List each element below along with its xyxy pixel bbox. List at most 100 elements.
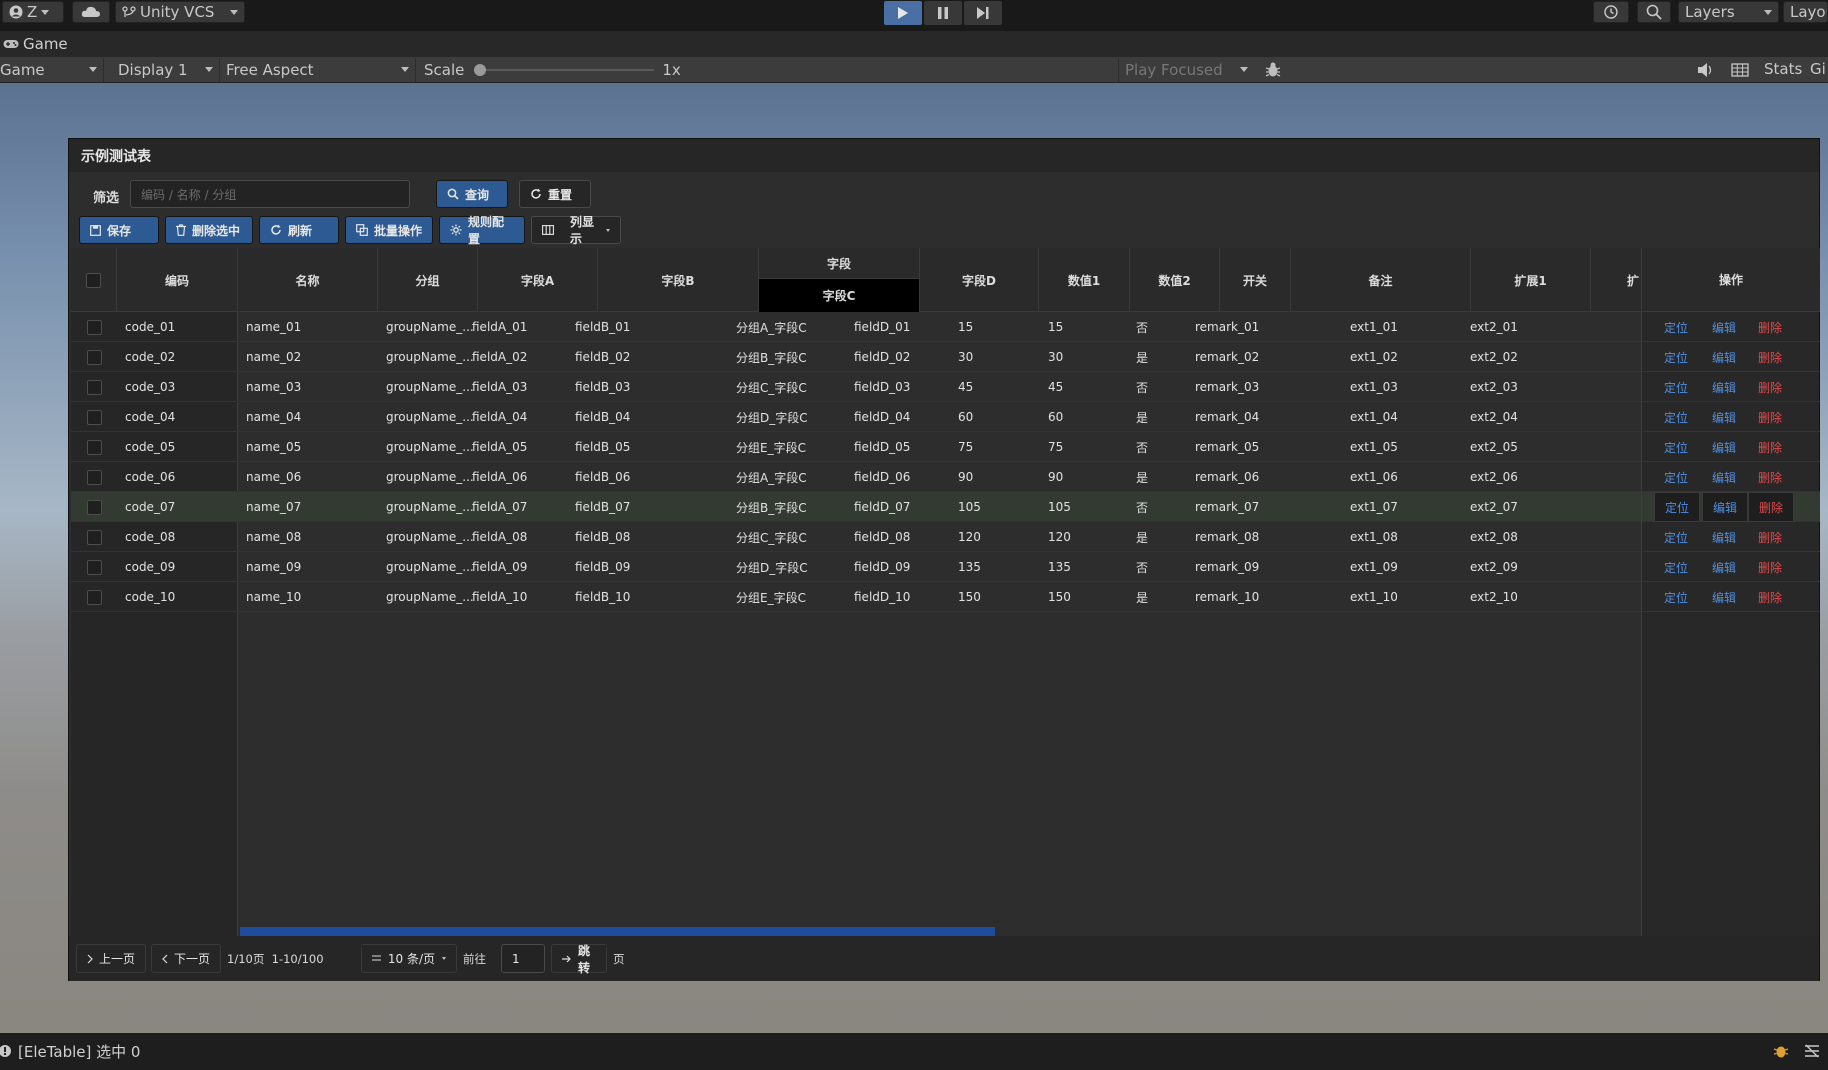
delete-link[interactable]: 删除 <box>1758 552 1782 582</box>
locate-link[interactable]: 定位 <box>1664 402 1688 432</box>
cloud-button[interactable] <box>72 1 110 23</box>
gizmos-button[interactable]: Gi <box>1810 60 1826 78</box>
header-field-a[interactable]: 字段A <box>478 248 598 312</box>
delete-selected-button[interactable]: 删除选中 <box>165 216 253 244</box>
edit-link[interactable]: 编辑 <box>1712 342 1736 372</box>
delete-link[interactable]: 删除 <box>1758 462 1782 492</box>
game-tab[interactable]: Game <box>23 35 68 53</box>
bug-icon[interactable] <box>1772 1042 1790 1060</box>
delete-link[interactable]: 删除 <box>1758 432 1782 462</box>
display-dropdown[interactable]: Display 1 <box>112 57 220 82</box>
locate-link[interactable]: 定位 <box>1664 462 1688 492</box>
save-button[interactable]: 保存 <box>79 216 159 244</box>
edit-link[interactable]: 编辑 <box>1712 402 1736 432</box>
row-checkbox[interactable] <box>86 499 102 515</box>
header-field-b[interactable]: 字段B <box>598 248 759 312</box>
table-row[interactable]: code_10 name_10 groupName_... fieldA_10 fiel… <box>71 582 1819 612</box>
delete-link[interactable]: 删除 <box>1748 492 1795 522</box>
reset-button[interactable]: 重置 <box>519 180 591 208</box>
refresh-button[interactable]: 刷新 <box>259 216 339 244</box>
table-row[interactable]: code_03 name_03 groupName_... fieldA_03 fiel… <box>71 372 1819 402</box>
edit-link[interactable]: 编辑 <box>1712 432 1736 462</box>
table-row[interactable]: code_09 name_09 groupName_... fieldA_09 fiel… <box>71 552 1819 582</box>
table-row[interactable]: code_05 name_05 groupName_... fieldA_05 fiel… <box>71 432 1819 462</box>
delete-link[interactable]: 删除 <box>1758 372 1782 402</box>
locate-link[interactable]: 定位 <box>1664 552 1688 582</box>
row-checkbox[interactable] <box>86 349 102 365</box>
scale-slider-handle[interactable] <box>474 63 487 76</box>
scrollbar-thumb[interactable] <box>240 927 995 936</box>
header-name[interactable]: 名称 <box>238 248 378 312</box>
header-number-1[interactable]: 数值1 <box>1039 248 1130 312</box>
rules-config-button[interactable]: 规则配置 <box>439 215 525 246</box>
locate-link[interactable]: 定位 <box>1664 342 1688 372</box>
edit-link[interactable]: 编辑 <box>1712 582 1736 612</box>
aspect-dropdown[interactable]: Free Aspect <box>220 57 416 82</box>
layers-dropdown[interactable]: Layers <box>1678 1 1779 23</box>
delete-link[interactable]: 删除 <box>1758 522 1782 552</box>
edit-link[interactable]: 编辑 <box>1712 462 1736 492</box>
row-checkbox[interactable] <box>86 529 102 545</box>
row-checkbox[interactable] <box>86 409 102 425</box>
row-checkbox[interactable] <box>86 319 102 335</box>
table-row[interactable]: code_07 name_07 groupName_... fieldA_07 fiel… <box>71 492 1819 522</box>
edit-link[interactable]: 编辑 <box>1712 372 1736 402</box>
header-code[interactable]: 编码 <box>117 248 238 312</box>
table-row[interactable]: code_02 name_02 groupName_... fieldA_02 fiel… <box>71 342 1819 372</box>
stats-button[interactable]: Stats <box>1764 60 1802 78</box>
edit-link[interactable]: 编辑 <box>1712 522 1736 552</box>
search-button[interactable] <box>1637 1 1671 23</box>
edit-link[interactable]: 编辑 <box>1712 552 1736 582</box>
page-size-dropdown[interactable]: 10 条/页 <box>361 944 457 973</box>
row-checkbox[interactable] <box>86 589 102 605</box>
delete-link[interactable]: 删除 <box>1758 342 1782 372</box>
query-button[interactable]: 查询 <box>436 180 508 208</box>
select-all-checkbox[interactable] <box>86 272 101 288</box>
table-row[interactable]: code_04 name_04 groupName_... fieldA_04 fiel… <box>71 402 1819 432</box>
play-focused-dropdown[interactable]: Play Focused <box>1118 57 1254 82</box>
account-dropdown[interactable]: Z <box>2 1 64 23</box>
history-button[interactable] <box>1593 1 1629 23</box>
layout-dropdown[interactable]: Layout <box>1783 1 1828 23</box>
table-row[interactable]: code_01 name_01 groupName_... fieldA_01 fiel… <box>71 312 1819 342</box>
row-checkbox[interactable] <box>86 469 102 485</box>
audio-mute-icon[interactable] <box>1697 62 1715 78</box>
next-page-button[interactable]: 下一页 <box>151 944 221 973</box>
view-mode-dropdown[interactable]: Game <box>0 57 104 82</box>
prev-page-button[interactable]: 上一页 <box>76 944 146 973</box>
locate-link[interactable]: 定位 <box>1664 432 1688 462</box>
delete-link[interactable]: 删除 <box>1758 312 1782 342</box>
step-button[interactable] <box>964 1 1002 25</box>
header-field-d[interactable]: 字段D <box>920 248 1039 312</box>
jump-button[interactable]: 跳转 <box>551 944 607 975</box>
locate-link[interactable]: 定位 <box>1664 372 1688 402</box>
header-remark[interactable]: 备注 <box>1291 248 1471 312</box>
header-field-c[interactable]: 字段C <box>759 279 919 312</box>
row-checkbox[interactable] <box>86 559 102 575</box>
grid-icon[interactable] <box>1731 62 1749 78</box>
edit-link[interactable]: 编辑 <box>1702 492 1749 522</box>
bug-icon[interactable] <box>1264 61 1282 79</box>
locate-link[interactable]: 定位 <box>1664 582 1688 612</box>
header-toggle[interactable]: 开关 <box>1220 248 1291 312</box>
header-ext-1[interactable]: 扩展1 <box>1471 248 1591 312</box>
locate-link[interactable]: 定位 <box>1664 312 1688 342</box>
search-input[interactable]: 编码 / 名称 / 分组 <box>130 180 410 208</box>
row-checkbox[interactable] <box>86 379 102 395</box>
delete-link[interactable]: 删除 <box>1758 402 1782 432</box>
vcs-dropdown[interactable]: Unity VCS <box>115 1 245 23</box>
header-number-2[interactable]: 数值2 <box>1130 248 1220 312</box>
delete-link[interactable]: 删除 <box>1758 582 1782 612</box>
locate-link[interactable]: 定位 <box>1664 522 1688 552</box>
locate-link[interactable]: 定位 <box>1654 492 1701 522</box>
header-ext-2[interactable]: 扩 <box>1591 248 1641 312</box>
batch-operations-button[interactable]: 批量操作 <box>345 216 433 244</box>
play-button[interactable] <box>884 1 922 25</box>
row-checkbox[interactable] <box>86 439 102 455</box>
goto-page-input[interactable]: 1 <box>501 944 545 973</box>
table-row[interactable]: code_06 name_06 groupName_... fieldA_06 fiel… <box>71 462 1819 492</box>
column-display-dropdown[interactable]: 列显示 <box>531 215 621 246</box>
scale-slider[interactable] <box>474 63 655 77</box>
edit-link[interactable]: 编辑 <box>1712 312 1736 342</box>
pause-button[interactable] <box>924 1 962 25</box>
